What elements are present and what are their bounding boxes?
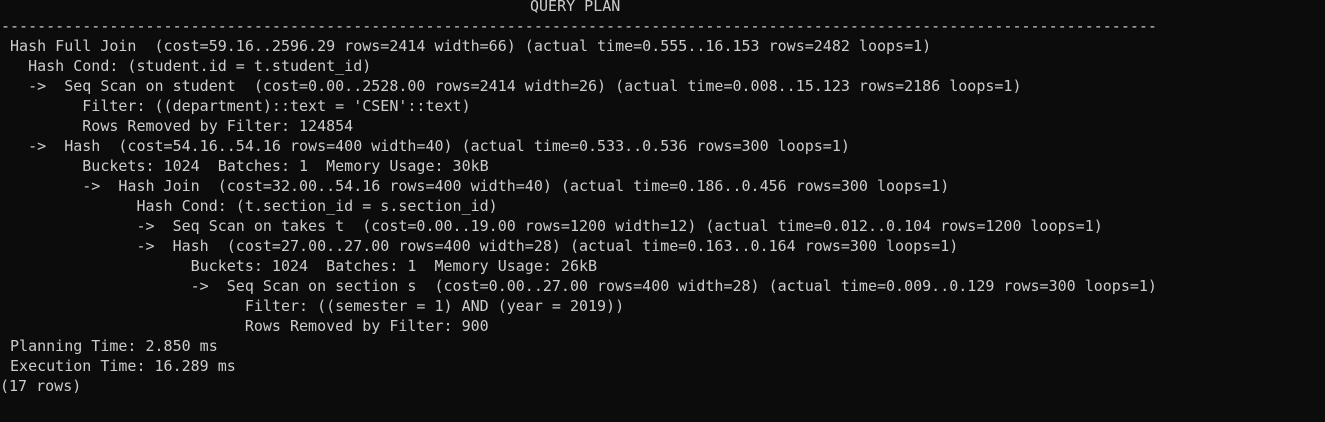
- plan-line-6: -> Hash (cost=54.16..54.16 rows=400 widt…: [1, 137, 850, 155]
- plan-line-1: Hash Full Join (cost=59.16..2596.29 rows…: [1, 37, 932, 55]
- header-separator: ----------------------------------------…: [1, 17, 1157, 35]
- plan-line-10: -> Seq Scan on takes t (cost=0.00..19.00…: [1, 217, 1103, 235]
- plan-line-3: -> Seq Scan on student (cost=0.00..2528.…: [1, 77, 1022, 95]
- plan-line-4: Filter: ((department)::text = 'CSEN'::te…: [1, 97, 471, 115]
- query-plan-header: QUERY PLAN: [530, 0, 621, 15]
- plan-line-16: Planning Time: 2.850 ms: [1, 337, 218, 355]
- row-count-footer: (17 rows): [0, 377, 82, 395]
- plan-line-17: Execution Time: 16.289 ms: [1, 357, 236, 375]
- plan-line-7: Buckets: 1024 Batches: 1 Memory Usage: 3…: [1, 157, 489, 175]
- plan-line-13: -> Seq Scan on section s (cost=0.00..27.…: [1, 277, 1157, 295]
- plan-line-14: Filter: ((semester = 1) AND (year = 2019…: [1, 297, 625, 315]
- plan-line-9: Hash Cond: (t.section_id = s.section_id): [1, 197, 498, 215]
- plan-line-15: Rows Removed by Filter: 900: [1, 317, 489, 335]
- plan-line-8: -> Hash Join (cost=32.00..54.16 rows=400…: [1, 177, 950, 195]
- plan-line-5: Rows Removed by Filter: 124854: [1, 117, 354, 135]
- plan-line-12: Buckets: 1024 Batches: 1 Memory Usage: 2…: [1, 257, 598, 275]
- plan-line-11: -> Hash (cost=27.00..27.00 rows=400 widt…: [1, 237, 959, 255]
- terminal-window[interactable]: QUERY PLAN -----------------------------…: [0, 0, 1325, 422]
- plan-line-2: Hash Cond: (student.id = t.student_id): [1, 57, 372, 75]
